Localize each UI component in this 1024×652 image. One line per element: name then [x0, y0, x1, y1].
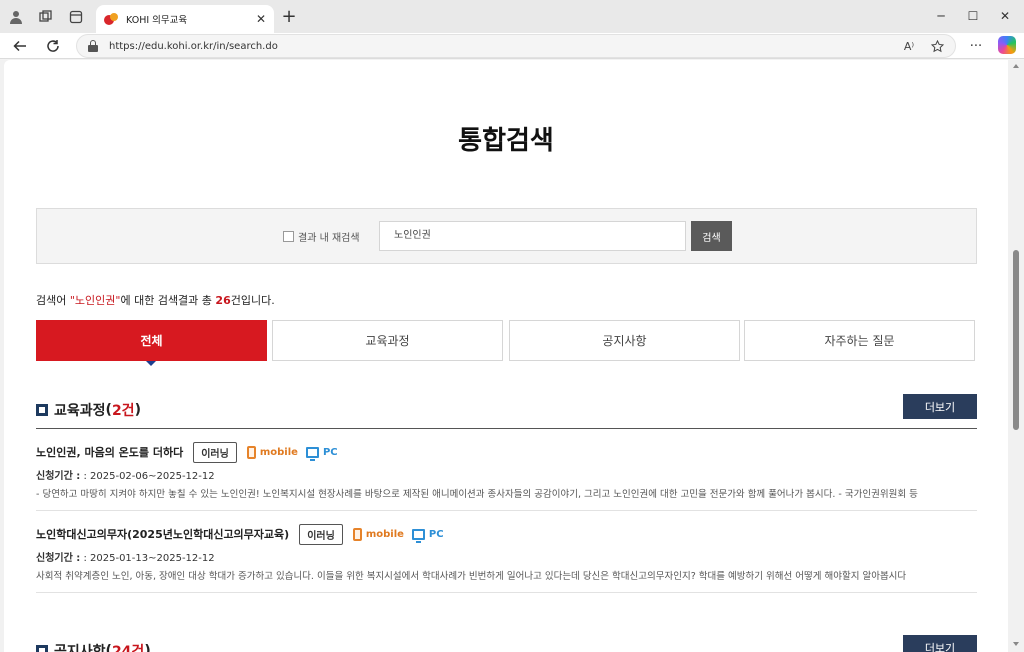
notices-more-button[interactable]: 더보기 — [903, 635, 977, 652]
maximize-button[interactable]: ☐ — [962, 6, 984, 26]
summary-prefix: 검색어 — [36, 294, 70, 307]
period-label: 신청기간 : — [36, 553, 81, 564]
mobile-label: mobile — [365, 528, 404, 540]
copilot-icon[interactable] — [998, 36, 1016, 54]
scroll-up-arrow-icon[interactable] — [1013, 64, 1019, 68]
notices-title-text: 공지사항 — [54, 644, 106, 652]
more-menu-button[interactable]: ··· — [966, 36, 986, 56]
notices-close: ) — [144, 643, 151, 652]
workspaces-icon[interactable] — [36, 7, 56, 27]
tab-faq[interactable]: 자주하는 질문 — [744, 320, 975, 361]
notices-section-title: 공지사항 (24건) — [36, 641, 151, 652]
courses-count: 2건 — [111, 403, 135, 419]
refresh-icon[interactable] — [43, 36, 63, 56]
pc-label: PC — [322, 446, 338, 458]
result-summary: 검색어 "노인인권"에 대한 검색결과 총 26건입니다. — [36, 292, 275, 308]
courses-title-text: 교육과정 — [54, 403, 106, 419]
section-divider — [36, 428, 977, 429]
course-description: 사회적 취약계층인 노인, 아동, 장애인 대상 학대가 증가하고 있습니다. … — [36, 571, 907, 582]
course-item[interactable]: 노인인권, 마음의 온도를 더하다 이러닝 mobile PC 신청기간 : :… — [36, 441, 977, 511]
page-content: 통합검색 결과 내 재검색 노인인권 검색 검색어 "노인인권"에 대한 검색결… — [4, 60, 1008, 652]
notices-count: 24건 — [111, 644, 145, 652]
pc-label: PC — [428, 528, 444, 540]
elearning-badge: 이러닝 — [193, 441, 237, 463]
page-scrollbar[interactable] — [1011, 60, 1021, 652]
section-square-icon — [36, 645, 48, 652]
tab-all[interactable]: 전체 — [36, 320, 267, 361]
scroll-down-arrow-icon[interactable] — [1013, 642, 1019, 646]
result-tabs: 전체 교육과정 공지사항 자주하는 질문 — [36, 320, 977, 366]
pc-monitor-icon — [411, 528, 425, 543]
recheck-label: 결과 내 재검색 — [298, 233, 360, 244]
tab-actions-icon[interactable] — [66, 7, 86, 27]
mobile-icon — [246, 445, 256, 459]
period-value: : 2025-01-13~2025-12-12 — [80, 553, 215, 564]
summary-count: 26 — [215, 294, 231, 307]
address-bar[interactable]: https://edu.kohi.or.kr/in/search.do A⁾ — [76, 34, 956, 58]
browser-tab-bar: KOHI 의무교육 ✕ + ─ ☐ ✕ — [0, 0, 1024, 33]
new-tab-button[interactable]: + — [280, 8, 298, 26]
course-title[interactable]: 노인학대신고의무자(2025년노인학대신고의무자교육) — [36, 526, 289, 542]
kohi-favicon-icon — [104, 13, 118, 25]
lock-icon — [87, 40, 99, 52]
search-input[interactable]: 노인인권 — [379, 221, 686, 251]
search-panel: 결과 내 재검색 노인인권 검색 — [36, 208, 977, 264]
close-window-button[interactable]: ✕ — [994, 6, 1016, 26]
recheck-option[interactable]: 결과 내 재검색 — [283, 229, 360, 244]
course-item[interactable]: 노인학대신고의무자(2025년노인학대신고의무자교육) 이러닝 mobile P… — [36, 523, 977, 593]
browser-tab[interactable]: KOHI 의무교육 ✕ — [96, 5, 274, 33]
back-icon[interactable] — [10, 36, 30, 56]
course-period: 신청기간 : : 2025-02-06~2025-12-12 — [36, 467, 977, 482]
page-viewport: 통합검색 결과 내 재검색 노인인권 검색 검색어 "노인인권"에 대한 검색결… — [0, 60, 1024, 652]
tab-close-icon[interactable]: ✕ — [252, 10, 270, 28]
tab-courses[interactable]: 교육과정 — [272, 320, 503, 361]
summary-middle: 에 대한 검색결과 총 — [120, 294, 216, 307]
courses-section-title: 교육과정 (2건) — [36, 400, 141, 420]
minimize-button[interactable]: ─ — [930, 6, 952, 26]
mobile-label: mobile — [259, 446, 298, 458]
summary-suffix: 건입니다. — [230, 294, 275, 307]
browser-tab-title: KOHI 의무교육 — [126, 15, 188, 26]
elearning-badge: 이러닝 — [299, 523, 343, 545]
search-button[interactable]: 검색 — [691, 221, 732, 251]
profile-icon[interactable] — [6, 7, 26, 27]
mobile-icon — [352, 527, 362, 541]
address-url[interactable]: https://edu.kohi.or.kr/in/search.do — [109, 41, 899, 52]
pc-monitor-icon — [305, 446, 319, 461]
recheck-checkbox[interactable] — [283, 231, 294, 242]
course-title[interactable]: 노인인권, 마음의 온도를 더하다 — [36, 444, 183, 460]
active-tab-indicator — [146, 361, 156, 366]
period-label: 신청기간 : — [36, 471, 81, 482]
page-title: 통합검색 — [458, 126, 554, 156]
scrollbar-thumb[interactable] — [1013, 250, 1019, 430]
course-description: - 당연하고 마땅히 지켜야 하지만 놓칠 수 있는 노인인권! 노인복지시설 … — [36, 489, 918, 500]
read-aloud-icon[interactable]: A⁾ — [899, 37, 919, 55]
courses-close: ) — [134, 402, 141, 418]
summary-keyword: "노인인권" — [69, 294, 121, 307]
browser-toolbar: https://edu.kohi.or.kr/in/search.do A⁾ ·… — [0, 33, 1024, 59]
tab-notices[interactable]: 공지사항 — [509, 320, 740, 361]
favorite-star-icon[interactable] — [927, 37, 947, 55]
course-period: 신청기간 : : 2025-01-13~2025-12-12 — [36, 549, 977, 564]
courses-more-button[interactable]: 더보기 — [903, 394, 977, 419]
section-square-icon — [36, 404, 48, 416]
period-value: : 2025-02-06~2025-12-12 — [80, 471, 215, 482]
